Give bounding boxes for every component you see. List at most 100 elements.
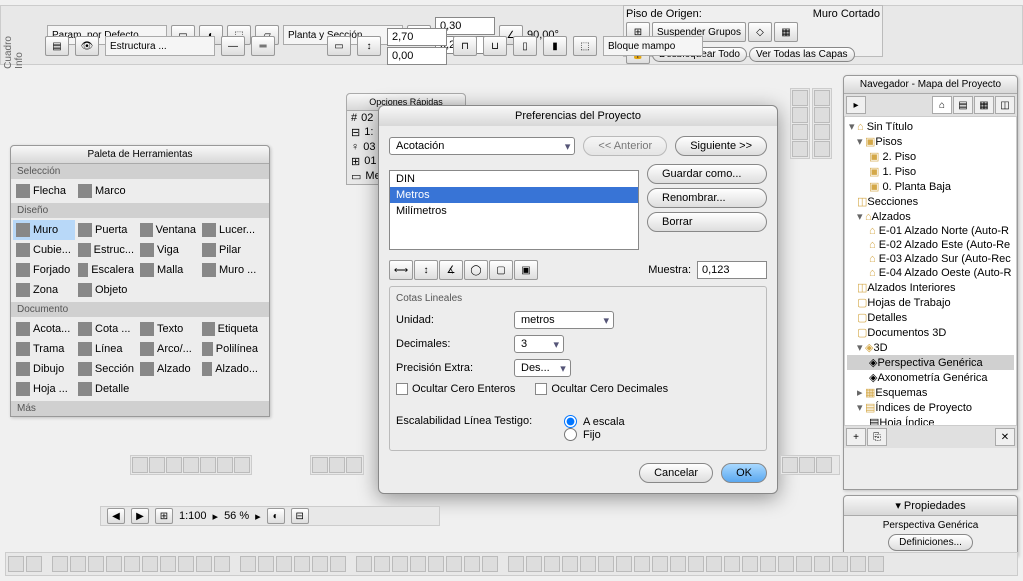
bt-15[interactable] [276, 556, 292, 572]
ok-button[interactable]: OK [721, 463, 767, 483]
tool-detalle[interactable]: Detalle [75, 379, 137, 399]
zoom-value[interactable]: 56 % [224, 510, 249, 522]
list-item-metros[interactable]: Metros [390, 187, 638, 203]
bt-18[interactable] [330, 556, 346, 572]
bt-47[interactable] [868, 556, 884, 572]
next-button[interactable]: Siguiente >> [675, 136, 767, 156]
m1-6[interactable] [217, 457, 233, 473]
bt-5[interactable] [88, 556, 104, 572]
tree-perspectiva[interactable]: ◈Perspectiva Genérica [847, 355, 1014, 370]
props-title[interactable]: ▾ Propiedades [844, 496, 1017, 516]
tool-acota[interactable]: Acota... [13, 319, 75, 339]
tree-plantabaja[interactable]: ▣ 0. Planta Baja [847, 179, 1014, 194]
project-tree[interactable]: ▾⌂ Sin Título ▾▣Pisos ▣ 2. Piso ▣ 1. Pis… [844, 116, 1017, 426]
ocultar-decimales-checkbox[interactable] [535, 383, 547, 395]
m1-1[interactable] [132, 457, 148, 473]
bt-43[interactable] [796, 556, 812, 572]
tree-e04[interactable]: ⌂ E-04 Alzado Oeste (Auto-R [847, 266, 1014, 280]
tree-detalles[interactable]: ▢Detalles [847, 310, 1014, 325]
at2-3[interactable] [814, 124, 830, 140]
tool-puerta[interactable]: Puerta [75, 220, 137, 240]
m1-4[interactable] [183, 457, 199, 473]
tree-doc3d[interactable]: ▢Documentos 3D [847, 325, 1014, 340]
delete-button[interactable]: Borrar [647, 212, 767, 232]
at-3[interactable] [792, 124, 808, 140]
tool-ventana[interactable]: Ventana [137, 220, 199, 240]
at2-4[interactable] [814, 141, 830, 157]
nav-tab-expand[interactable]: ▸ [846, 96, 866, 114]
bt-42[interactable] [778, 556, 794, 572]
sec-seleccion[interactable]: Selección [11, 164, 269, 179]
m3-1[interactable] [782, 457, 798, 473]
bt-26[interactable] [482, 556, 498, 572]
at-2[interactable] [792, 107, 808, 123]
ocultar-enteros-checkbox[interactable] [396, 383, 408, 395]
tool-cota[interactable]: Cota ... [75, 319, 137, 339]
nav-b2[interactable]: ⎘ [867, 428, 887, 446]
tree-root[interactable]: ▾⌂ Sin Título [847, 119, 1014, 134]
tool-texto[interactable]: Texto [137, 319, 199, 339]
tree-hojaindice[interactable]: ▤Hoja Índice [847, 415, 1014, 426]
tool-marco[interactable]: Marco [75, 181, 137, 201]
a-escala-radio[interactable] [564, 415, 577, 428]
scale-value[interactable]: 1:100 [179, 510, 207, 522]
bt-20[interactable] [374, 556, 390, 572]
dim-type-5[interactable]: ▢ [489, 260, 513, 280]
tool-dibujo[interactable]: Dibujo [13, 359, 75, 379]
bt-14[interactable] [258, 556, 274, 572]
sec-diseno[interactable]: Diseño [11, 203, 269, 218]
nav-tab-views[interactable]: ▤ [953, 96, 973, 114]
sec-documento[interactable]: Documento [11, 302, 269, 317]
r2-i4[interactable]: ▮ [543, 36, 567, 56]
tool-zona[interactable]: Zona [13, 280, 75, 300]
tool-arco[interactable]: Arco/... [137, 339, 199, 359]
nav-tab-pub[interactable]: ◫ [995, 96, 1015, 114]
bt-13[interactable] [240, 556, 256, 572]
dim-type-1[interactable]: ⟷ [389, 260, 413, 280]
tree-piso1[interactable]: ▣ 1. Piso [847, 164, 1014, 179]
bt-41[interactable] [760, 556, 776, 572]
bt-10[interactable] [178, 556, 194, 572]
bt-36[interactable] [670, 556, 686, 572]
bt-21[interactable] [392, 556, 408, 572]
bt-22[interactable] [410, 556, 426, 572]
save-as-button[interactable]: Guardar como... [647, 164, 767, 184]
dim-type-6[interactable]: ▣ [514, 260, 538, 280]
units-listbox[interactable]: DIN Metros Milímetros [389, 170, 639, 250]
list-item-mm[interactable]: Milímetros [390, 203, 638, 219]
tree-alzint[interactable]: ◫Alzados Interiores [847, 280, 1014, 295]
m3-3[interactable] [816, 457, 832, 473]
decimales-combo[interactable]: 3 [514, 335, 564, 353]
bt-1[interactable] [8, 556, 24, 572]
tree-e03[interactable]: ⌂ E-03 Alzado Sur (Auto-Rec [847, 252, 1014, 266]
tree-alzados[interactable]: ▾⌂Alzados [847, 209, 1014, 224]
tree-axo[interactable]: ◈Axonometría Genérica [847, 370, 1014, 385]
tool-lucer[interactable]: Lucer... [199, 220, 261, 240]
tool-polilinea[interactable]: Polilínea [199, 339, 261, 359]
sb-i4[interactable]: ◐ [267, 508, 285, 524]
tool-pilar[interactable]: Pilar [199, 240, 261, 260]
tool-linea[interactable]: Línea [75, 339, 137, 359]
tool-viga[interactable]: Viga [137, 240, 199, 260]
bt-7[interactable] [124, 556, 140, 572]
bt-2[interactable] [26, 556, 42, 572]
bt-11[interactable] [196, 556, 212, 572]
sec-mas[interactable]: Más [11, 401, 269, 416]
bt-6[interactable] [106, 556, 122, 572]
bt-3[interactable] [52, 556, 68, 572]
tree-esquemas[interactable]: ▸▦Esquemas [847, 385, 1014, 400]
precision-combo[interactable]: Des... [514, 359, 571, 377]
bt-40[interactable] [742, 556, 758, 572]
r2-i5[interactable]: ⬚ [573, 36, 597, 56]
list-item-din[interactable]: DIN [390, 171, 638, 187]
bt-16[interactable] [294, 556, 310, 572]
dim-type-2[interactable]: ↕ [414, 260, 438, 280]
eye-icon[interactable]: 👁 [75, 36, 99, 56]
layer-icon[interactable]: ▤ [45, 36, 69, 56]
tool-estruc[interactable]: Estruc... [75, 240, 137, 260]
bt-28[interactable] [526, 556, 542, 572]
bt-34[interactable] [634, 556, 650, 572]
bt-37[interactable] [688, 556, 704, 572]
cancel-button[interactable]: Cancelar [639, 463, 713, 483]
tool-muro2[interactable]: Muro ... [199, 260, 261, 280]
